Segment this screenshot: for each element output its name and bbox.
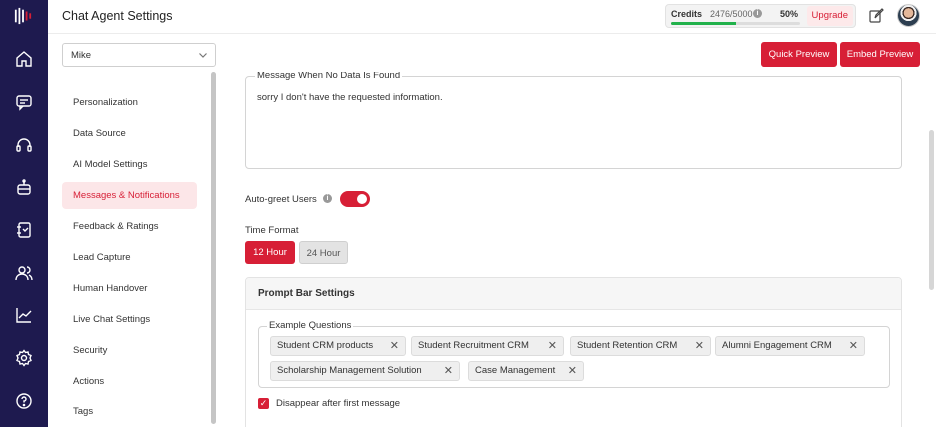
remove-chip-icon[interactable]: ✕ <box>390 337 399 355</box>
left-nav-rail <box>0 0 48 427</box>
main-content: Message When No Data Is Found sorry I do… <box>232 72 920 427</box>
autogreet-toggle[interactable] <box>340 191 370 207</box>
prompt-bar-panel: Prompt Bar Settings Example Questions St… <box>245 277 902 427</box>
example-questions-legend: Example Questions <box>267 320 354 331</box>
help-icon[interactable] <box>15 392 33 410</box>
menu-item-live-chat-settings[interactable]: Live Chat Settings <box>62 306 197 333</box>
time-format-12-button[interactable]: 12 Hour <box>245 241 295 264</box>
question-chip: Student Retention CRM ✕ <box>570 336 711 356</box>
edit-icon[interactable] <box>868 8 884 24</box>
chat-icon[interactable] <box>15 93 33 111</box>
brand-logo-icon[interactable] <box>14 7 34 27</box>
question-chip: Case Management ✕ <box>468 361 584 381</box>
menu-item-tags[interactable]: Tags <box>62 398 197 425</box>
remove-chip-icon[interactable]: ✕ <box>695 337 704 355</box>
menu-item-security[interactable]: Security <box>62 337 197 364</box>
autogreet-label: Auto-greet Users <box>245 194 317 205</box>
time-format-label: Time Format <box>245 225 299 236</box>
disappear-label: Disappear after first message <box>276 398 401 409</box>
embed-preview-button[interactable]: Embed Preview <box>840 42 920 67</box>
chevron-down-icon <box>198 50 208 60</box>
credits-widget: Credits 2476/5000 i 50% Upgrade <box>665 4 856 28</box>
chip-label: Student CRM products <box>277 340 374 351</box>
remove-chip-icon[interactable]: ✕ <box>568 362 577 380</box>
menu-item-messages-notifications[interactable]: Messages & Notifications <box>62 182 197 209</box>
menu-item-feedback-ratings[interactable]: Feedback & Ratings <box>62 213 197 240</box>
example-questions-field[interactable]: Example Questions Student CRM products ✕… <box>258 320 890 388</box>
credits-percent: 50% <box>780 9 799 19</box>
prompt-bar-panel-header: Prompt Bar Settings <box>246 278 901 310</box>
toggle-knob <box>357 194 367 204</box>
notebook-icon[interactable] <box>15 221 33 239</box>
upgrade-button[interactable]: Upgrade <box>806 6 853 26</box>
bot-icon[interactable] <box>15 178 33 196</box>
analytics-icon[interactable] <box>15 306 33 324</box>
users-icon[interactable] <box>15 264 33 282</box>
chip-label: Case Management <box>475 365 556 376</box>
headset-icon[interactable] <box>15 136 33 154</box>
agent-select[interactable]: Mike <box>62 43 216 67</box>
menu-item-actions[interactable]: Actions <box>62 368 197 395</box>
remove-chip-icon[interactable]: ✕ <box>849 337 858 355</box>
home-icon[interactable] <box>15 50 33 68</box>
agent-select-value: Mike <box>71 50 92 61</box>
question-chip: Scholarship Management Solution ✕ <box>270 361 460 381</box>
credits-label: Credits <box>671 9 703 19</box>
info-icon[interactable]: i <box>323 194 332 203</box>
question-chip: Student CRM products ✕ <box>270 336 406 356</box>
chip-label: Alumni Engagement CRM <box>722 340 832 351</box>
menu-item-human-handover[interactable]: Human Handover <box>62 275 197 302</box>
credits-progress-fill <box>671 22 736 25</box>
quick-preview-button[interactable]: Quick Preview <box>761 42 837 67</box>
user-avatar[interactable] <box>897 4 920 27</box>
prompt-bar-title: Prompt Bar Settings <box>258 288 355 299</box>
menu-item-data-source[interactable]: Data Source <box>62 120 197 147</box>
top-header: Chat Agent Settings Credits 2476/5000 i … <box>48 0 936 34</box>
chip-label: Student Recruitment CRM <box>418 340 529 351</box>
nodata-message-field[interactable]: Message When No Data Is Found sorry I do… <box>245 72 902 169</box>
remove-chip-icon[interactable]: ✕ <box>444 362 453 380</box>
settings-icon[interactable] <box>15 349 33 367</box>
remove-chip-icon[interactable]: ✕ <box>548 337 557 355</box>
credits-progress-bar <box>671 22 800 25</box>
nodata-message-legend: Message When No Data Is Found <box>255 72 403 81</box>
disappear-checkbox[interactable]: ✓ <box>258 398 269 409</box>
chip-label: Scholarship Management Solution <box>277 365 422 376</box>
menu-item-lead-capture[interactable]: Lead Capture <box>62 244 197 271</box>
question-chip: Alumni Engagement CRM ✕ <box>715 336 865 356</box>
content-scrollbar[interactable] <box>929 130 934 290</box>
question-chip: Student Recruitment CRM ✕ <box>411 336 564 356</box>
credits-count: 2476/5000 <box>710 9 753 19</box>
time-format-24-button[interactable]: 24 Hour <box>299 241 348 264</box>
nodata-message-value[interactable]: sorry I don't have the requested informa… <box>257 92 443 103</box>
menu-scrollbar[interactable] <box>211 72 216 424</box>
menu-item-ai-model-settings[interactable]: AI Model Settings <box>62 151 197 178</box>
menu-item-personalization[interactable]: Personalization <box>62 89 197 116</box>
chip-label: Student Retention CRM <box>577 340 678 351</box>
page-title: Chat Agent Settings <box>62 9 173 23</box>
info-icon[interactable]: i <box>753 9 762 18</box>
